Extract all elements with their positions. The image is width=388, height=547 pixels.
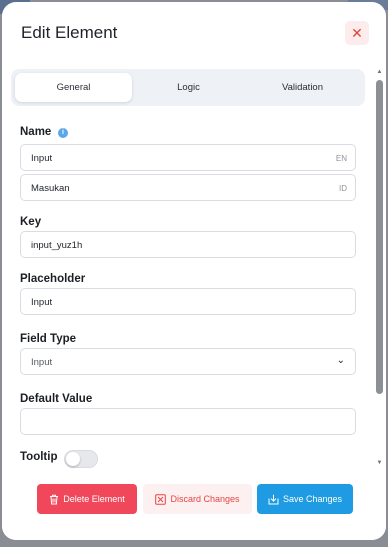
info-icon[interactable]: i xyxy=(58,128,68,138)
toggle-knob xyxy=(66,452,80,466)
field-type-value: Input xyxy=(31,357,53,368)
save-changes-button[interactable]: Save Changes xyxy=(257,484,353,514)
scroll-down-arrow-icon[interactable]: ▼ xyxy=(375,459,384,468)
discard-changes-label: Discard Changes xyxy=(170,494,240,504)
edit-element-modal: Edit Element ✕ General Logic Validation … xyxy=(2,2,386,540)
form-scroll-area: Name i Input EN Masukan ID Key input_yuz… xyxy=(2,106,374,470)
name-label: Name xyxy=(20,126,52,138)
modal-header: Edit Element ✕ xyxy=(2,2,386,66)
tooltip-label: Tooltip xyxy=(20,451,58,463)
default-value-field[interactable] xyxy=(20,408,356,435)
name-en-value: Input xyxy=(31,153,53,164)
field-type-select[interactable]: Input ⌄ xyxy=(20,348,356,375)
trash-icon xyxy=(50,494,59,504)
lang-tag-id: ID xyxy=(339,184,347,193)
tab-bar: General Logic Validation xyxy=(11,69,365,106)
scroll-up-arrow-icon[interactable]: ▲ xyxy=(375,68,384,77)
placeholder-label: Placeholder xyxy=(20,273,86,285)
placeholder-value: Input xyxy=(31,297,53,308)
save-icon xyxy=(268,494,279,504)
lang-tag-en: EN xyxy=(335,154,347,163)
name-en-field[interactable]: Input EN xyxy=(20,144,356,171)
save-changes-label: Save Changes xyxy=(282,494,343,504)
delete-element-button[interactable]: Delete Element xyxy=(37,484,137,514)
tab-validation[interactable]: Validation xyxy=(244,73,361,102)
scrollbar[interactable]: ▲ ▼ xyxy=(375,68,384,470)
close-button[interactable]: ✕ xyxy=(345,21,369,45)
modal-title: Edit Element xyxy=(21,23,118,42)
scrollbar-thumb[interactable] xyxy=(376,80,383,394)
delete-element-label: Delete Element xyxy=(63,494,125,504)
tab-general[interactable]: General xyxy=(15,73,132,102)
modal-footer: Delete Element Discard Changes Save Chan… xyxy=(2,470,386,540)
key-label: Key xyxy=(20,216,42,228)
field-type-label: Field Type xyxy=(20,333,77,345)
close-icon: ✕ xyxy=(351,25,363,41)
key-field[interactable]: input_yuz1h xyxy=(20,231,356,258)
tab-logic[interactable]: Logic xyxy=(130,73,247,102)
name-id-field[interactable]: Masukan ID xyxy=(20,174,356,201)
key-value: input_yuz1h xyxy=(31,240,83,251)
name-id-value: Masukan xyxy=(31,183,70,194)
tooltip-toggle[interactable] xyxy=(64,450,98,468)
discard-icon xyxy=(155,493,167,505)
discard-changes-button[interactable]: Discard Changes xyxy=(143,484,252,514)
placeholder-field[interactable]: Input xyxy=(20,288,356,315)
default-value-label: Default Value xyxy=(20,393,93,405)
chevron-down-icon: ⌄ xyxy=(336,355,345,366)
